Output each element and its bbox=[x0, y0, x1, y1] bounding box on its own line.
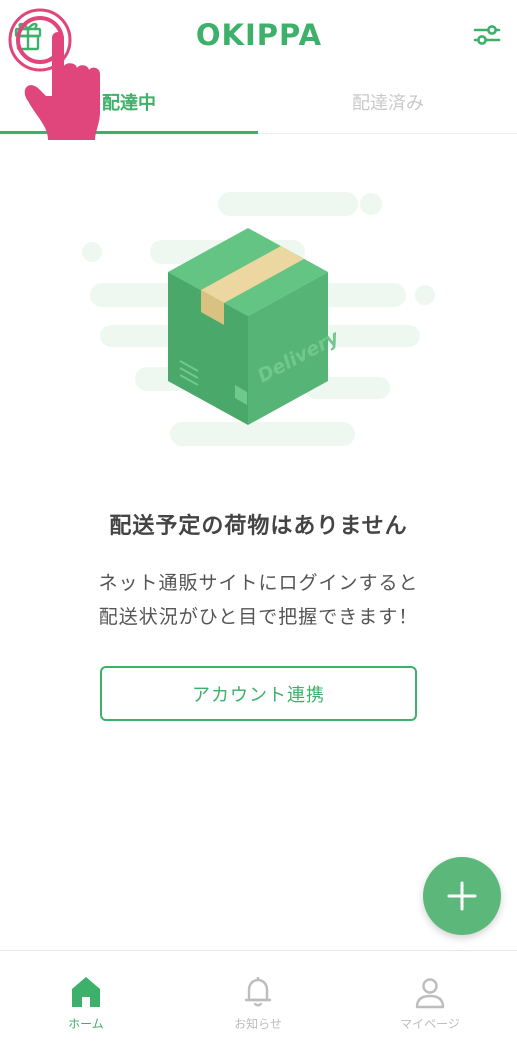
app-screen: OKIPPA 配達中 配達済み Delivery 配送予定の荷物はありません ネ… bbox=[0, 0, 517, 1048]
bottom-navigation: ホーム お知らせ マイページ bbox=[0, 950, 517, 1048]
link-account-button[interactable]: アカウント連携 bbox=[100, 666, 417, 721]
home-icon bbox=[72, 977, 100, 1007]
empty-state-description: ネット通販サイトにログインすると 配送状況がひと目で把握できます！ bbox=[0, 566, 517, 634]
bell-icon bbox=[244, 977, 272, 1007]
logo-text: OKIPPA bbox=[196, 18, 322, 52]
active-tab-indicator bbox=[0, 131, 258, 134]
filter-button[interactable] bbox=[470, 18, 504, 52]
empty-state-title: 配送予定の荷物はありません bbox=[109, 514, 408, 539]
link-account-label: アカウント連携 bbox=[192, 684, 325, 706]
tab-in-delivery[interactable]: 配達中 bbox=[0, 70, 258, 134]
sliders-icon bbox=[473, 25, 501, 45]
nav-item-home[interactable]: ホーム bbox=[0, 951, 172, 1048]
plus-icon bbox=[447, 881, 477, 911]
gift-button[interactable] bbox=[12, 16, 44, 52]
user-icon bbox=[415, 978, 445, 1009]
nav-label-home: ホーム bbox=[68, 1017, 104, 1031]
description-line: ネット通販サイトにログインすると bbox=[98, 572, 419, 594]
gift-icon bbox=[14, 22, 42, 51]
delivery-box-illustration: Delivery bbox=[82, 192, 435, 446]
nav-label-mypage: マイページ bbox=[400, 1017, 460, 1031]
tab-delivered[interactable]: 配達済み bbox=[259, 70, 517, 134]
description-line: 配送状況がひと目で把握できます！ bbox=[98, 606, 419, 628]
nav-item-notifications[interactable]: お知らせ bbox=[172, 951, 344, 1048]
delivery-tabs: 配達中 配達済み bbox=[0, 70, 517, 134]
okippa-logo: OKIPPA bbox=[196, 18, 322, 52]
tab-label: 配達済み bbox=[352, 93, 424, 114]
nav-label-notifications: お知らせ bbox=[234, 1017, 282, 1031]
nav-item-mypage[interactable]: マイページ bbox=[344, 951, 516, 1048]
add-package-button[interactable] bbox=[423, 857, 501, 935]
tab-label: 配達中 bbox=[102, 93, 156, 114]
header: OKIPPA bbox=[0, 0, 517, 70]
